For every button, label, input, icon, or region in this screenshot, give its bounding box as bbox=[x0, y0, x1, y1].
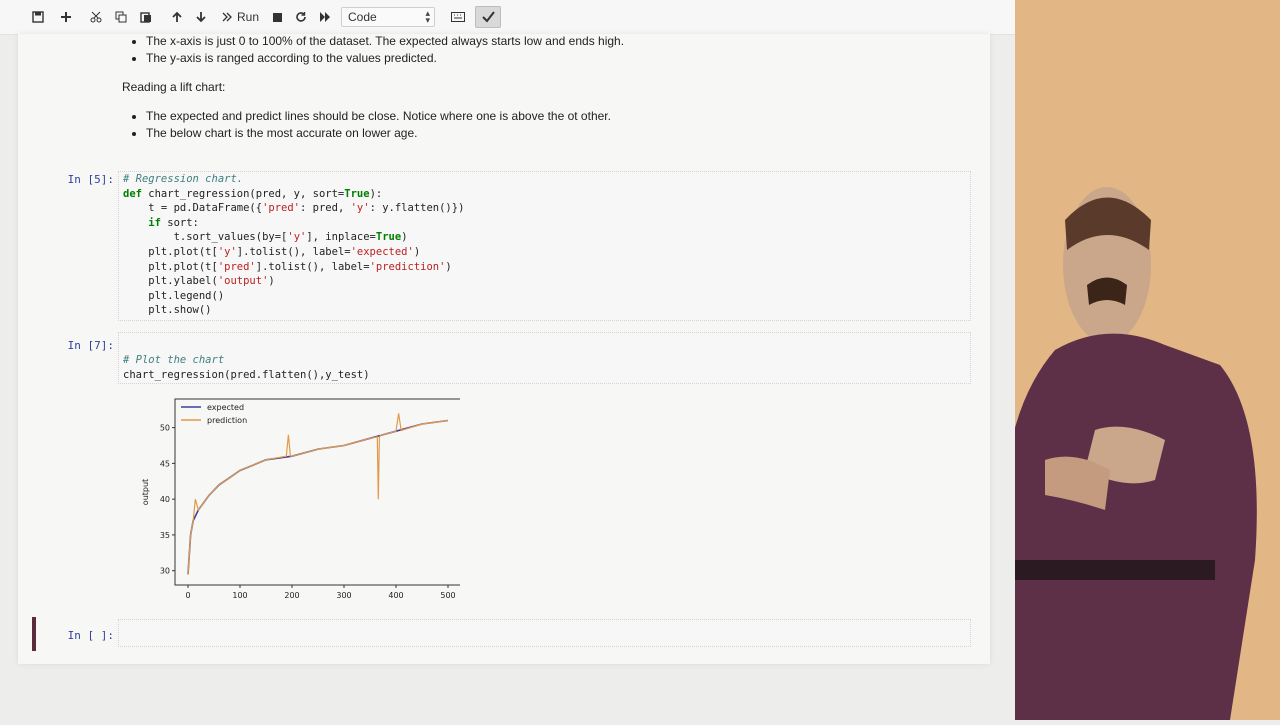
select-arrows-icon: ▴ ▾ bbox=[425, 8, 430, 25]
markdown-heading: Reading a lift chart: bbox=[122, 80, 226, 94]
markdown-cell: The expected and predict lines should be… bbox=[122, 109, 611, 143]
restart-run-all-icon[interactable] bbox=[314, 6, 336, 28]
y-tick-label: 40 bbox=[160, 495, 170, 504]
y-tick-label: 30 bbox=[160, 567, 170, 576]
interrupt-stop-icon[interactable] bbox=[266, 6, 288, 28]
keyboard-icon[interactable] bbox=[447, 6, 469, 28]
bullet-list: The expected and predict lines should be… bbox=[122, 109, 611, 140]
plot-frame bbox=[174, 398, 462, 586]
y-tick-label: 35 bbox=[160, 531, 170, 540]
x-tick-label: 0 bbox=[185, 591, 190, 600]
paste-icon[interactable] bbox=[135, 6, 157, 28]
input-prompt: In [7]: bbox=[67, 339, 114, 352]
run-step-icon bbox=[222, 12, 232, 22]
checkmark-icon bbox=[482, 11, 495, 23]
insert-cell-plus-icon[interactable] bbox=[55, 6, 77, 28]
checkpoint-button[interactable] bbox=[475, 6, 501, 28]
y-tick-label: 50 bbox=[160, 424, 170, 433]
x-tick-label: 300 bbox=[336, 591, 351, 600]
y-axis-label: output bbox=[141, 479, 150, 505]
series-line-prediction bbox=[187, 413, 449, 575]
presenter-figure bbox=[1003, 187, 1257, 720]
bullet-item: The x-axis is just 0 to 100% of the data… bbox=[146, 34, 624, 48]
input-prompt: In [ ]: bbox=[67, 629, 114, 642]
markdown-cell: The x-axis is just 0 to 100% of the data… bbox=[122, 34, 624, 68]
move-down-arrow-icon[interactable] bbox=[190, 6, 212, 28]
bullet-list: The x-axis is just 0 to 100% of the data… bbox=[122, 34, 624, 65]
cut-scissors-icon[interactable] bbox=[85, 6, 107, 28]
notebook-container: The x-axis is just 0 to 100% of the data… bbox=[18, 34, 990, 664]
bullet-item: The below chart is the most accurate on … bbox=[146, 126, 611, 140]
regression-chart: 0 100 200 300 400 500 30 35 40 45 50 expected predi… bbox=[141, 398, 462, 600]
code-input[interactable]: # Regression chart. def chart_regression… bbox=[119, 172, 970, 318]
copy-icon[interactable] bbox=[110, 6, 132, 28]
x-tick-label: 200 bbox=[284, 591, 299, 600]
presenter-video bbox=[1003, 0, 1280, 720]
save-icon[interactable] bbox=[27, 6, 49, 28]
code-input[interactable]: # Plot the chart chart_regression(pred.f… bbox=[119, 353, 970, 382]
move-up-arrow-icon[interactable] bbox=[166, 6, 188, 28]
bullet-item: The expected and predict lines should be… bbox=[146, 109, 611, 123]
input-prompt: In [5]: bbox=[67, 173, 114, 186]
code-cell[interactable]: # Plot the chart chart_regression(pred.f… bbox=[118, 332, 971, 384]
output-area: 0 100 200 300 400 500 30 35 40 45 50 expected predi… bbox=[120, 394, 462, 604]
y-tick-label: 45 bbox=[160, 459, 170, 468]
bullet-item: The y-axis is ranged according to the va… bbox=[146, 51, 624, 65]
series-line-expected bbox=[187, 419, 449, 575]
empty-code-cell[interactable] bbox=[118, 619, 971, 647]
code-cell[interactable]: # Regression chart. def chart_regression… bbox=[118, 171, 971, 321]
legend-label: expected bbox=[207, 403, 244, 412]
restart-icon[interactable] bbox=[290, 6, 312, 28]
cell-type-value: Code bbox=[348, 10, 377, 24]
active-cell-indicator bbox=[32, 617, 36, 651]
legend-label: prediction bbox=[207, 416, 247, 425]
cell-type-select[interactable]: Code ▴ ▾ bbox=[341, 7, 435, 27]
run-label: Run bbox=[237, 10, 260, 24]
run-button[interactable]: Run bbox=[222, 6, 262, 28]
notebook-toolbar: Run Code ▴ ▾ bbox=[0, 0, 1015, 35]
x-tick-label: 500 bbox=[440, 591, 455, 600]
x-tick-label: 400 bbox=[388, 591, 403, 600]
x-tick-label: 100 bbox=[232, 591, 247, 600]
